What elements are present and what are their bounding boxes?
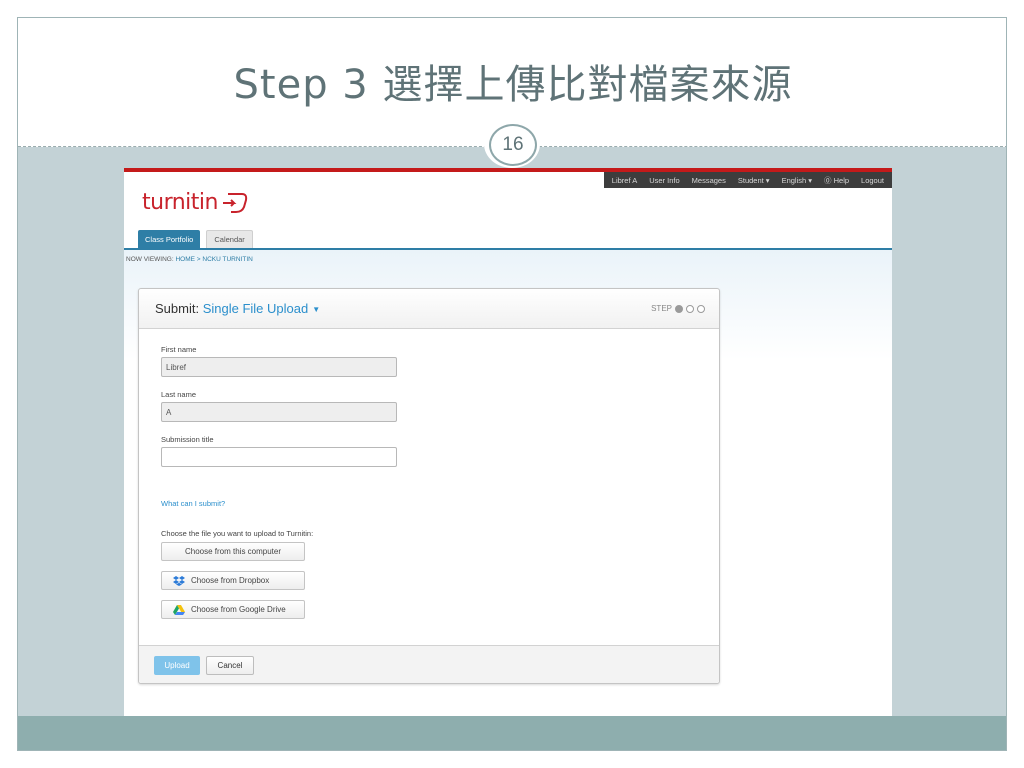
last-name-label: Last name	[161, 390, 197, 399]
nav-user-info[interactable]: User Info	[649, 176, 679, 185]
step-indicator: STEP	[651, 304, 705, 313]
caret-down-icon: ▼	[312, 305, 321, 315]
tab-calendar[interactable]: Calendar	[206, 230, 253, 248]
breadcrumb-prefix: NOW VIEWING:	[126, 256, 174, 263]
breadcrumb: NOW VIEWING: HOME > NCKU TURNITIN	[126, 256, 253, 263]
first-name-field[interactable]: Libref	[161, 357, 397, 377]
page-number-badge: 16	[484, 120, 540, 168]
step-dot-2	[686, 304, 694, 313]
slide-footer-bar	[18, 716, 1006, 750]
choose-from-computer-label: Choose from this computer	[184, 547, 282, 556]
dropbox-icon	[173, 575, 185, 586]
step-label: STEP	[651, 304, 672, 313]
turnitin-logo[interactable]: turnitin	[142, 190, 250, 215]
choose-from-dropbox-button[interactable]: Choose from Dropbox	[161, 571, 305, 590]
logo-text-suffix: itin	[185, 190, 218, 215]
turnitin-logo-icon	[222, 192, 248, 213]
breadcrumb-current[interactable]: NCKU TURNITIN	[202, 256, 252, 263]
choose-from-google-drive-label: Choose from Google Drive	[191, 605, 286, 614]
panel-title: Submit: Single File Upload ▼	[155, 301, 320, 316]
upload-type-dropdown[interactable]: Single File Upload ▼	[203, 301, 320, 316]
turnitin-screenshot: Libref A User Info Messages Student ▾ En…	[124, 168, 892, 716]
cancel-button[interactable]: Cancel	[206, 656, 254, 675]
tab-class-portfolio[interactable]: Class Portfolio	[138, 230, 201, 248]
step-dot-3	[697, 304, 705, 313]
panel-header: Submit: Single File Upload ▼ STEP	[139, 289, 719, 329]
nav-help-label: Help	[833, 175, 850, 185]
submission-title-label: Submission title	[161, 435, 214, 444]
what-can-i-submit-link[interactable]: What can I submit?	[161, 499, 225, 508]
slide: Step 3 選擇上傳比對檔案來源 16 Libref A User Info …	[17, 17, 1007, 751]
nav-messages[interactable]: Messages	[692, 176, 726, 185]
last-name-field[interactable]: A	[161, 402, 397, 422]
panel-footer: Upload Cancel	[139, 645, 719, 683]
breadcrumb-home[interactable]: HOME	[175, 256, 195, 263]
page-number: 16	[489, 124, 537, 166]
choose-from-computer-button[interactable]: Choose from this computer	[161, 542, 305, 561]
first-name-label: First name	[161, 345, 197, 354]
logo-text-prefix: turn	[142, 190, 186, 215]
step-dot-1	[675, 304, 683, 313]
choose-from-dropbox-label: Choose from Dropbox	[191, 576, 270, 585]
upload-button[interactable]: Upload	[154, 656, 200, 675]
choose-from-google-drive-button[interactable]: Choose from Google Drive	[161, 600, 305, 619]
help-icon: ⓪	[824, 175, 832, 185]
nav-user[interactable]: Libref A	[612, 176, 637, 185]
choose-file-instructions: Choose the file you want to upload to Tu…	[161, 529, 314, 538]
tab-bar: Class Portfolio Calendar	[138, 230, 253, 248]
upload-type-label: Single File Upload	[202, 301, 309, 316]
nav-logout[interactable]: Logout	[861, 176, 884, 185]
google-drive-icon	[173, 604, 185, 615]
top-nav: Libref A User Info Messages Student ▾ En…	[603, 172, 892, 188]
panel-title-prefix: Submit:	[155, 301, 200, 316]
submission-title-field[interactable]	[161, 447, 397, 467]
nav-language-dropdown[interactable]: English ▾	[782, 176, 812, 185]
slide-title: Step 3 選擇上傳比對檔案來源	[233, 62, 793, 108]
nav-role-dropdown[interactable]: Student ▾	[738, 176, 770, 185]
nav-help[interactable]: ⓪ Help	[824, 175, 849, 186]
submit-panel: Submit: Single File Upload ▼ STEP First n…	[138, 288, 720, 684]
